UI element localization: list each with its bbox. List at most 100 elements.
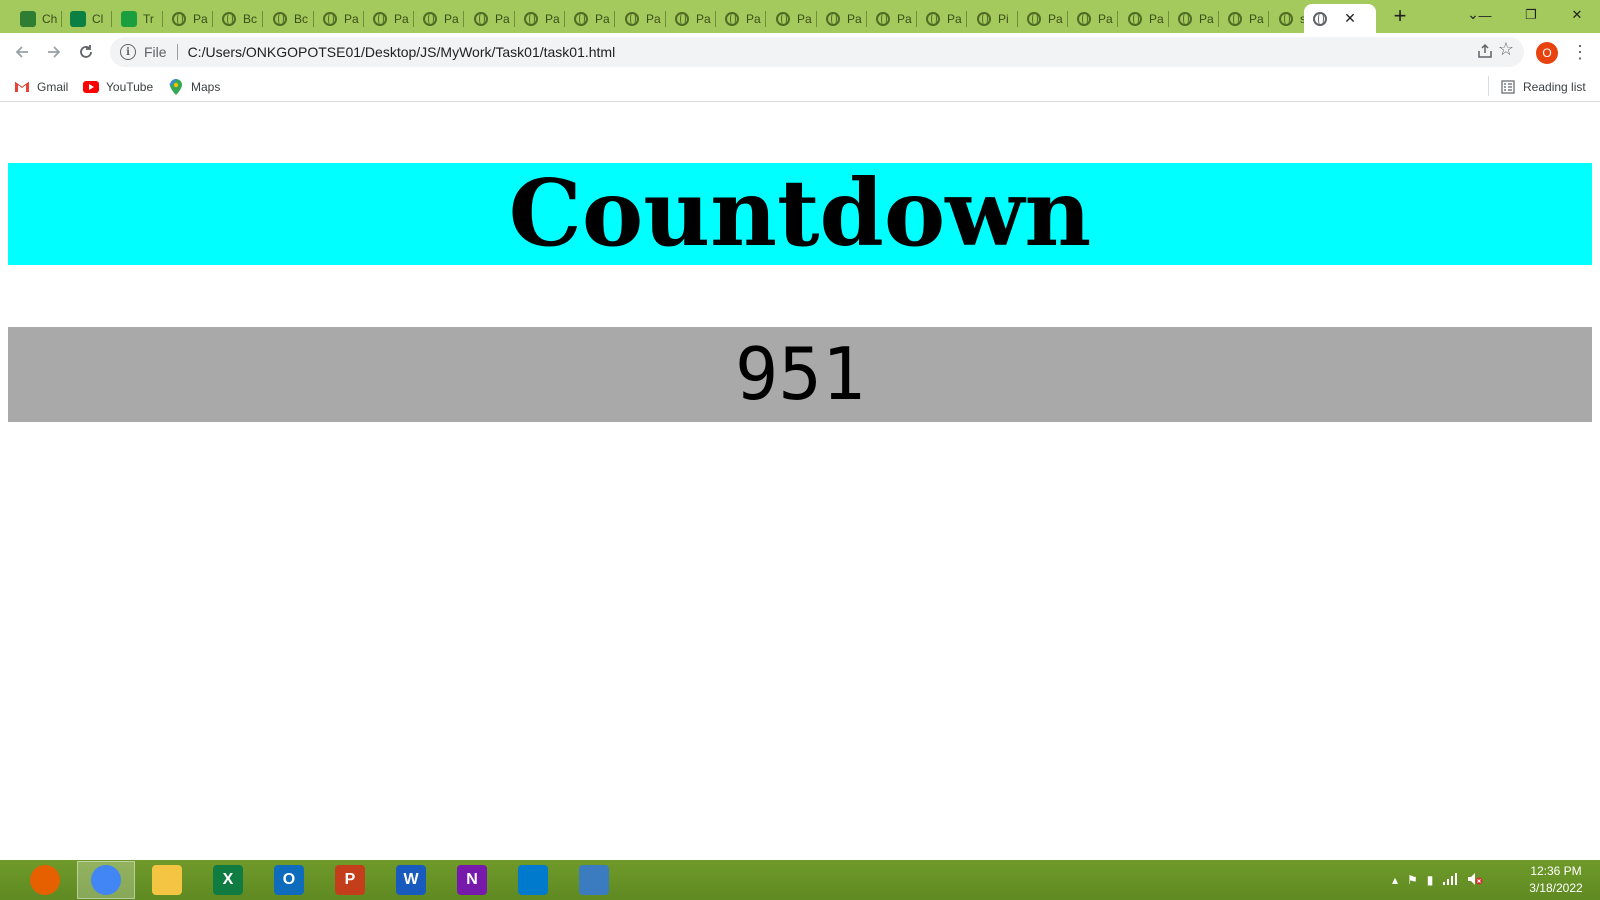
bookmark-gmail[interactable]: Gmail — [14, 77, 68, 97]
tab-1[interactable]: Ch — [12, 4, 62, 33]
globe-icon — [473, 11, 489, 27]
gmail-icon — [14, 79, 30, 95]
bookmark-star-icon[interactable]: ☆ — [1492, 39, 1520, 67]
taskbar-word[interactable]: W — [382, 861, 440, 899]
taskbar-vscode[interactable] — [504, 861, 562, 899]
tab-label: Pa — [444, 11, 459, 26]
back-button[interactable] — [8, 38, 36, 66]
globe-icon — [573, 11, 589, 27]
tab-separator — [765, 11, 766, 27]
cloud-icon — [20, 10, 36, 27]
tab-label: Pa — [1098, 11, 1113, 26]
tab-label: Tr — [143, 11, 154, 26]
tab-4[interactable]: Pa — [163, 4, 213, 33]
minimize-button[interactable]: — — [1462, 0, 1508, 30]
excel-icon: X — [213, 865, 243, 895]
taskbar-powerpoint[interactable]: P — [321, 861, 379, 899]
file-explorer-icon — [152, 865, 182, 895]
volume-muted-icon[interactable] — [1467, 872, 1483, 889]
tab-18[interactable]: Pa — [867, 4, 917, 33]
network-signal-icon[interactable] — [1442, 872, 1458, 888]
tab-24[interactable]: Pa — [1169, 4, 1219, 33]
tab-strip: Ch Cl Tr Pa Bc Bc Pa Pa Pa Pa Pa Pa Pa Pa Pa Pa Pa Pa Pa Pi… — [0, 0, 1600, 33]
tab-16[interactable]: Pa — [767, 4, 817, 33]
tab-label: Ch — [42, 11, 58, 26]
close-window-button[interactable]: ✕ — [1554, 0, 1600, 30]
tab-17[interactable]: Pa — [817, 4, 867, 33]
outlook-icon: O — [274, 865, 304, 895]
reading-list-button[interactable]: Reading list — [1500, 77, 1586, 97]
tab-label: Pa — [495, 11, 510, 26]
tab-11[interactable]: Pa — [515, 4, 565, 33]
taskbar-file-explorer[interactable] — [138, 861, 196, 899]
tab-3[interactable]: Tr — [113, 4, 163, 33]
globe-icon — [825, 11, 841, 27]
tab-14[interactable]: Pa — [666, 4, 716, 33]
globe-icon — [925, 11, 941, 27]
tab-6[interactable]: Bc — [264, 4, 314, 33]
taskbar-firefox[interactable] — [16, 861, 74, 899]
bookmarks-bar: Gmail YouTube Maps Reading list — [0, 71, 1600, 102]
taskbar-chrome[interactable] — [77, 861, 135, 899]
profile-avatar[interactable]: O — [1536, 42, 1558, 64]
tab-8[interactable]: Pa — [364, 4, 414, 33]
tray-overflow-icon[interactable]: ▴ — [1392, 873, 1398, 887]
tab-23[interactable]: Pa — [1119, 4, 1169, 33]
tab-label: Pa — [897, 11, 912, 26]
tab-10[interactable]: Pa — [465, 4, 515, 33]
tab-22[interactable]: Pa — [1068, 4, 1118, 33]
tab-21[interactable]: Pa — [1018, 4, 1068, 33]
bookmark-label: Gmail — [37, 80, 69, 94]
globe-icon — [674, 11, 690, 27]
globe-icon — [1278, 11, 1294, 27]
tab-separator — [111, 11, 112, 27]
browser-window: Ch Cl Tr Pa Bc Bc Pa Pa Pa Pa Pa Pa Pa Pa Pa Pa Pa Pa Pa Pi… — [0, 0, 1600, 860]
tab-separator — [262, 11, 263, 27]
taskbar-excel[interactable]: X — [199, 861, 257, 899]
tab-separator — [966, 11, 967, 27]
tab-15[interactable]: Pa — [716, 4, 766, 33]
tab-label: Pa — [1199, 11, 1214, 26]
tab-active[interactable]: ✕ — [1304, 4, 1376, 33]
title-banner: Countdown — [8, 163, 1592, 265]
restore-button[interactable]: ❐ — [1508, 0, 1554, 30]
bookmark-maps[interactable]: Maps — [168, 77, 220, 97]
globe-icon — [1177, 11, 1193, 27]
globe-icon — [1127, 11, 1143, 27]
tab-25[interactable]: Pa — [1219, 4, 1269, 33]
reload-button[interactable] — [72, 38, 100, 66]
tab-label: Pa — [1149, 11, 1164, 26]
tab-12[interactable]: Pa — [565, 4, 615, 33]
tab-5[interactable]: Bc — [213, 4, 263, 33]
menu-icon[interactable]: ⋮ — [1568, 39, 1592, 67]
url-text[interactable]: C:/Users/ONKGOPOTSE01/Desktop/JS/MyWork/… — [188, 44, 616, 60]
tab-label: Pa — [746, 11, 761, 26]
taskbar-outlook[interactable]: O — [260, 861, 318, 899]
system-tray: ▴ ⚑ ▮ — [1392, 868, 1483, 892]
tab-9[interactable]: Pa — [414, 4, 464, 33]
taskbar-photos[interactable] — [565, 861, 623, 899]
omnibox-divider — [176, 44, 178, 60]
close-tab-icon[interactable]: ✕ — [1342, 10, 1358, 27]
tab-label: Pa — [847, 11, 862, 26]
tab-19[interactable]: Pa — [917, 4, 967, 33]
power-icon[interactable]: ▮ — [1427, 873, 1434, 887]
word-icon: W — [396, 865, 426, 895]
info-icon[interactable]: i — [120, 44, 136, 60]
reading-list-icon — [1500, 79, 1516, 95]
globe-icon — [875, 11, 891, 27]
tab-13[interactable]: Pa — [616, 4, 666, 33]
taskbar-clock[interactable]: 12:36 PM 3/18/2022 — [1518, 863, 1594, 897]
tab-2[interactable]: Cl — [62, 4, 112, 33]
tab-20[interactable]: Pi — [968, 4, 1018, 33]
taskbar-onenote[interactable]: N — [443, 861, 501, 899]
address-bar[interactable]: i File C:/Users/ONKGOPOTSE01/Desktop/JS/… — [110, 37, 1524, 67]
bookmark-label: Maps — [191, 80, 221, 94]
tab-separator — [1117, 11, 1118, 27]
tab-label: Bc — [243, 11, 258, 26]
new-tab-button[interactable]: + — [1388, 5, 1412, 29]
action-center-flag-icon[interactable]: ⚑ — [1407, 873, 1418, 887]
tab-7[interactable]: Pa — [314, 4, 364, 33]
bookmark-youtube[interactable]: YouTube — [83, 77, 153, 97]
forward-button[interactable] — [40, 38, 68, 66]
